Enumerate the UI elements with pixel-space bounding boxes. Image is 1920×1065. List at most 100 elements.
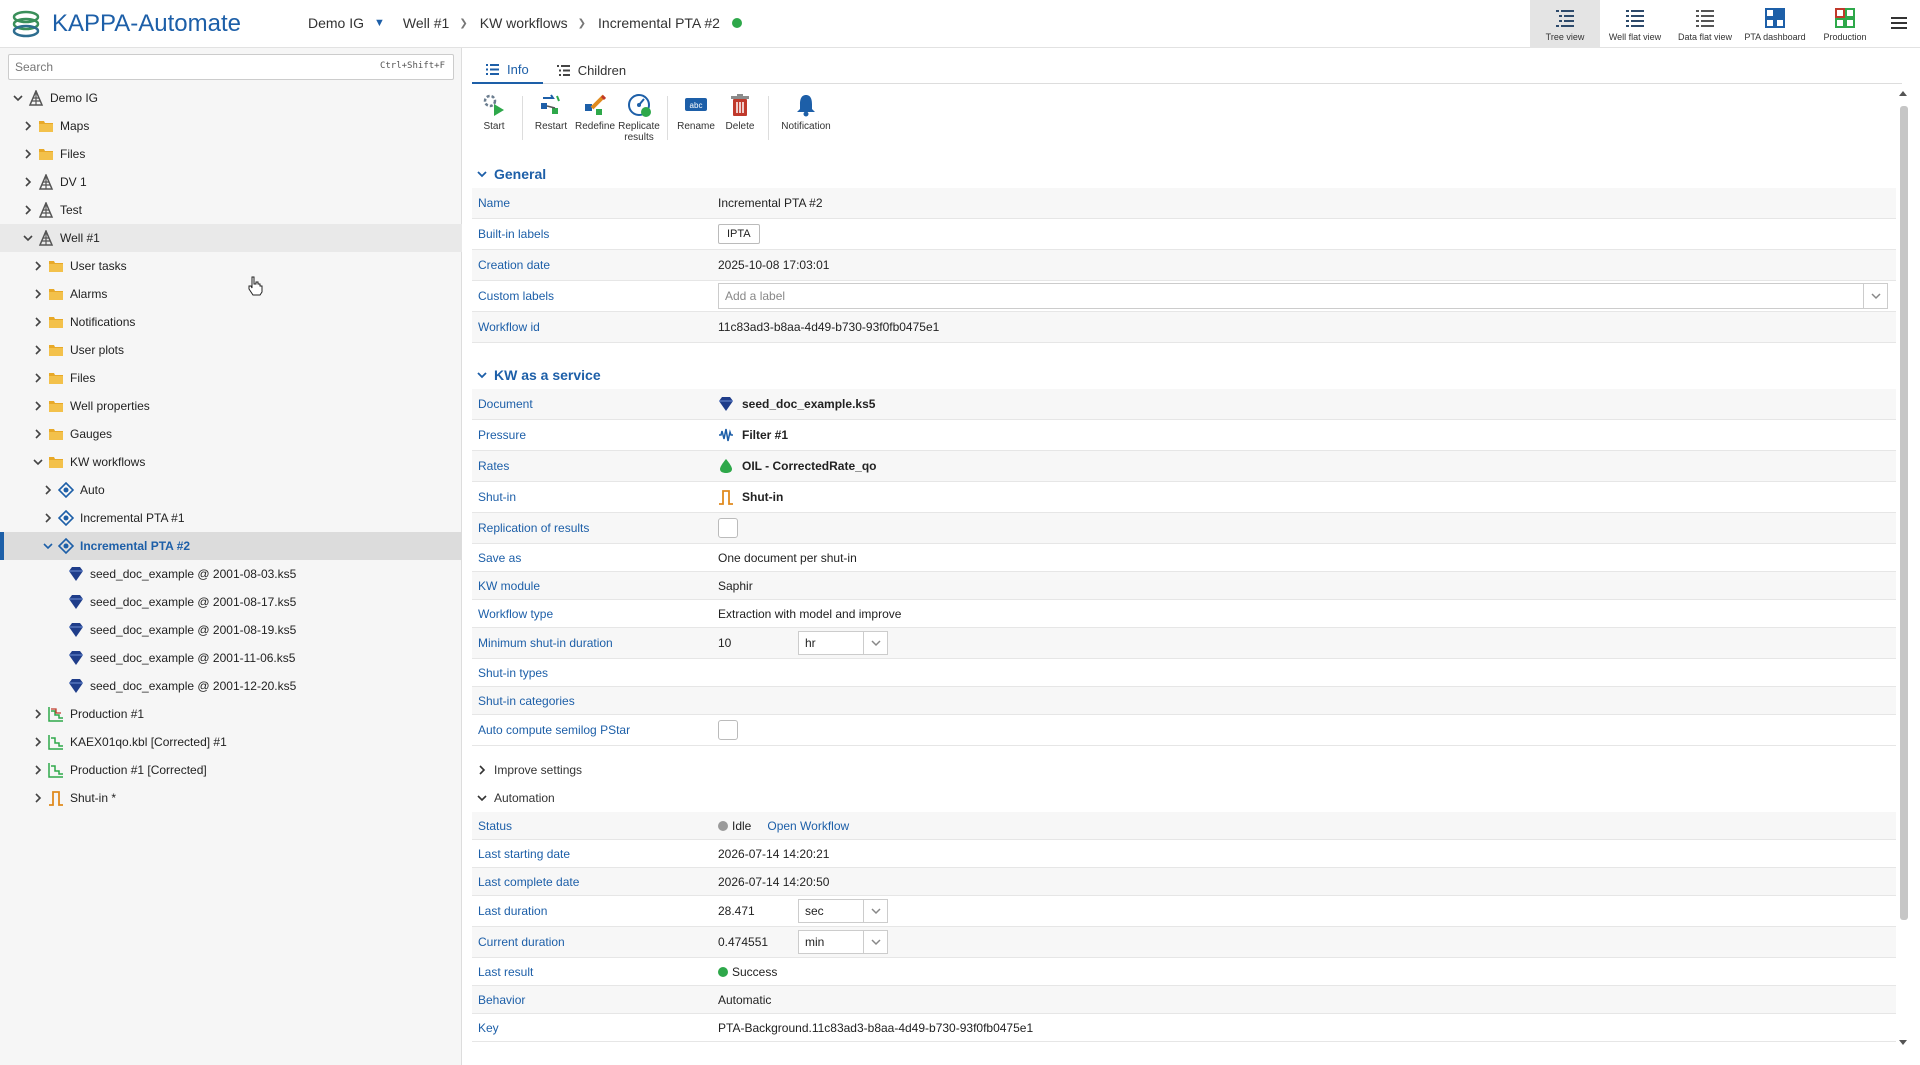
chevron-right-icon[interactable] <box>22 204 34 216</box>
chevron-right-icon[interactable] <box>32 400 44 412</box>
kw-workflows-folder-icon <box>48 454 64 470</box>
tree-node-files[interactable]: Files <box>0 140 462 168</box>
section-general-header[interactable]: General <box>472 160 1896 188</box>
row-rates: Rates OIL - CorrectedRate_qo <box>472 451 1896 482</box>
chevron-right-icon[interactable] <box>32 736 44 748</box>
production-button[interactable]: Production <box>1810 0 1880 48</box>
breadcrumb-item-current[interactable]: Incremental PTA #2 <box>598 15 720 31</box>
tree-node-kaex01qo-kbl-corrected-1[interactable]: KAEX01qo.kbl [Corrected] #1 <box>0 728 462 756</box>
hamburger-menu-icon[interactable] <box>1890 14 1908 32</box>
chevron-right-icon[interactable] <box>32 316 44 328</box>
semilog-checkbox[interactable] <box>718 720 738 740</box>
last-start-label: Last starting date <box>478 846 571 861</box>
delete-label: Delete <box>725 121 755 132</box>
chevron-down-icon[interactable] <box>863 931 887 953</box>
min-shut-in-value[interactable]: 10 <box>718 636 798 650</box>
behavior-value: Automatic <box>718 992 772 1007</box>
min-shut-in-unit-select[interactable]: hr <box>798 631 888 655</box>
chevron-right-icon[interactable] <box>32 288 44 300</box>
chevron-down-icon[interactable] <box>32 456 44 468</box>
scrollbar-thumb[interactable] <box>1900 106 1908 920</box>
rates-link[interactable]: OIL - CorrectedRate_qo <box>718 458 876 474</box>
status-label: Status <box>478 818 513 833</box>
tree-node-well-properties[interactable]: Well properties <box>0 392 462 420</box>
section-kw-service-header[interactable]: KW as a service <box>472 361 1896 389</box>
current-duration-unit-select[interactable]: min <box>798 930 888 954</box>
tree-view-button[interactable]: Tree view <box>1530 0 1600 48</box>
search-input[interactable] <box>9 55 369 79</box>
chevron-right-icon[interactable] <box>32 428 44 440</box>
tree-node-seed-doc-example-2001-08-17-ks5[interactable]: seed_doc_example @ 2001-08-17.ks5 <box>0 588 462 616</box>
pta-dashboard-button[interactable]: PTA dashboard <box>1740 0 1810 48</box>
replication-checkbox[interactable] <box>718 518 738 538</box>
chevron-right-icon[interactable] <box>22 120 34 132</box>
tree-node-notifications[interactable]: Notifications <box>0 308 462 336</box>
shut-in-link[interactable]: Shut-in <box>718 489 783 505</box>
tree-node-dv-1[interactable]: DV 1 <box>0 168 462 196</box>
tree-node-alarms[interactable]: Alarms <box>0 280 462 308</box>
tree-node-seed-doc-example-2001-11-06-ks5[interactable]: seed_doc_example @ 2001-11-06.ks5 <box>0 644 462 672</box>
last-duration-unit-select[interactable]: sec <box>798 899 888 923</box>
tree-node-label: Production #1 [Corrected] <box>70 763 207 777</box>
tree-node-seed-doc-example-2001-12-20-ks5[interactable]: seed_doc_example @ 2001-12-20.ks5 <box>0 672 462 700</box>
breadcrumb-item-demo-ig[interactable]: Demo IG <box>308 15 364 31</box>
chevron-down-icon[interactable] <box>1863 284 1887 308</box>
tree-node-label: Alarms <box>70 287 108 301</box>
kappa-logo-icon[interactable] <box>10 8 42 40</box>
chevron-right-icon[interactable] <box>32 260 44 272</box>
document-link[interactable]: seed_doc_example.ks5 <box>718 396 875 412</box>
tab-info[interactable]: Info <box>472 56 543 84</box>
tree-node-incremental-pta-2[interactable]: Incremental PTA #2 <box>0 532 462 560</box>
chevron-down-icon[interactable] <box>12 92 24 104</box>
tree-node-user-plots[interactable]: User plots <box>0 336 462 364</box>
chevron-right-icon[interactable] <box>32 708 44 720</box>
tree-node-seed-doc-example-2001-08-19-ks5[interactable]: seed_doc_example @ 2001-08-19.ks5 <box>0 616 462 644</box>
custom-labels-input[interactable]: Add a label <box>718 283 1888 309</box>
chevron-right-icon[interactable] <box>22 148 34 160</box>
tree-node-demo-ig[interactable]: Demo IG <box>0 84 462 112</box>
caret-down-icon[interactable]: ▼ <box>374 17 385 29</box>
section-automation-header[interactable]: Automation <box>472 784 1896 812</box>
chevron-down-icon[interactable] <box>863 900 887 922</box>
tab-children[interactable]: Children <box>543 56 640 84</box>
tree-node-gauges[interactable]: Gauges <box>0 420 462 448</box>
data-flat-view-button[interactable]: Data flat view <box>1670 0 1740 48</box>
chevron-down-icon[interactable] <box>42 540 54 552</box>
tree-node-maps[interactable]: Maps <box>0 112 462 140</box>
tree-node-auto[interactable]: Auto <box>0 476 462 504</box>
scroll-up-icon[interactable] <box>1898 88 1908 98</box>
chevron-right-icon[interactable] <box>32 764 44 776</box>
chevron-down-icon[interactable] <box>863 632 887 654</box>
app-title[interactable]: KAPPA-Automate <box>52 10 241 38</box>
tree-node-production-1-corrected[interactable]: Production #1 [Corrected] <box>0 756 462 784</box>
section-improve-header[interactable]: Improve settings <box>472 756 1896 784</box>
breadcrumb-item-well[interactable]: Well #1 <box>403 15 449 31</box>
open-workflow-link[interactable]: Open Workflow <box>767 819 849 833</box>
pressure-link[interactable]: Filter #1 <box>718 427 788 443</box>
tree-node-label: Files <box>60 147 86 161</box>
current-duration-unit: min <box>805 935 825 949</box>
tree-node-well-1[interactable]: Well #1 <box>0 224 462 252</box>
chevron-down-icon[interactable] <box>22 232 34 244</box>
tree-node-kw-workflows[interactable]: KW workflows <box>0 448 462 476</box>
chevron-right-icon[interactable] <box>42 512 54 524</box>
tree-node-seed-doc-example-2001-08-03-ks5[interactable]: seed_doc_example @ 2001-08-03.ks5 <box>0 560 462 588</box>
kw-module-value: Saphir <box>718 578 753 593</box>
tree-node-user-tasks[interactable]: User tasks <box>0 252 462 280</box>
scroll-down-icon[interactable] <box>1898 1038 1908 1048</box>
tree-node-test[interactable]: Test <box>0 196 462 224</box>
field-icon <box>38 173 54 190</box>
chevron-right-icon[interactable] <box>32 344 44 356</box>
tree-node-shut-in[interactable]: Shut-in * <box>0 784 462 812</box>
row-shut-in: Shut-in Shut-in <box>472 482 1896 513</box>
chevron-right-icon[interactable] <box>22 176 34 188</box>
breadcrumb-item-kw-workflows[interactable]: KW workflows <box>480 15 568 31</box>
tree-node-production-1[interactable]: Production #1 <box>0 700 462 728</box>
chevron-right-icon[interactable] <box>32 792 44 804</box>
well-flat-view-button[interactable]: Well flat view <box>1600 0 1670 48</box>
chevron-right-icon[interactable] <box>32 372 44 384</box>
chevron-right-icon[interactable] <box>42 484 54 496</box>
tree-node-incremental-pta-1[interactable]: Incremental PTA #1 <box>0 504 462 532</box>
tree-node-files[interactable]: Files <box>0 364 462 392</box>
content-scrollbar[interactable] <box>1898 88 1908 1048</box>
